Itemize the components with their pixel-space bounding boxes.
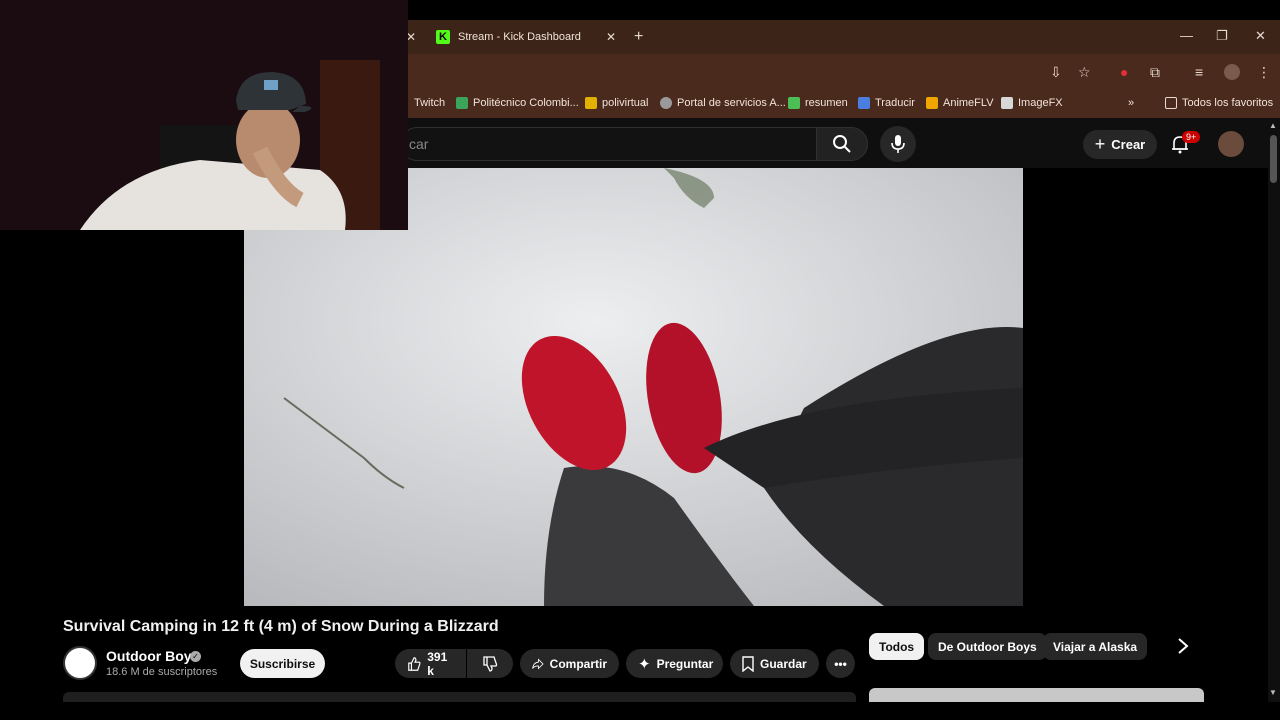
install-app-icon[interactable]: ⇩	[1050, 64, 1062, 81]
restore-icon[interactable]: ❐	[1216, 28, 1228, 44]
bookmark-twitch[interactable]: Twitch	[414, 97, 445, 109]
bookmark-label: polivirtual	[602, 97, 649, 109]
subscribe-button[interactable]: Suscribirse	[240, 649, 325, 678]
search-button[interactable]	[816, 127, 868, 161]
minimize-icon[interactable]: —	[1180, 28, 1193, 43]
sparkle-icon: ✦	[638, 655, 651, 673]
all-bookmarks-label: Todos los favoritos	[1182, 97, 1274, 109]
subscriber-count: 18.6 M de suscriptores	[106, 666, 218, 678]
search-icon	[833, 135, 851, 153]
scrollbar-thumb[interactable]	[1270, 135, 1277, 183]
bookmark-animeflv[interactable]: AnimeFLV	[926, 97, 994, 109]
bookmark-label: Twitch	[414, 97, 446, 109]
like-count: 391 k	[427, 649, 448, 678]
recommended-video-thumbnail[interactable]	[869, 688, 1204, 702]
globe-icon	[660, 97, 672, 109]
ask-label: Preguntar	[656, 656, 714, 671]
new-tab-icon[interactable]: +	[634, 28, 643, 46]
more-actions-button[interactable]: •••	[826, 649, 855, 678]
page-scrollbar[interactable]	[1268, 118, 1280, 702]
bookmark-label: AnimeFLV	[943, 97, 994, 109]
bookmark-traducir[interactable]: Traducir	[858, 97, 915, 109]
thumbs-down-icon	[483, 655, 498, 672]
bookmark-label: Politécnico Colombi...	[473, 97, 579, 109]
bookmark-resumen[interactable]: resumen	[788, 97, 848, 109]
more-horizontal-icon: •••	[834, 656, 847, 671]
bookmark-polivirtual[interactable]: polivirtual	[585, 97, 648, 109]
bookmark-star-icon[interactable]: ☆	[1078, 64, 1091, 81]
bookmarks-overflow-chevron-icon[interactable]: »	[1128, 97, 1134, 109]
translate-icon	[858, 97, 870, 109]
bookmark-portal-servicios[interactable]: Portal de servicios A...	[660, 97, 786, 109]
screen-bottom-strip	[0, 702, 1280, 720]
description-box[interactable]	[63, 692, 856, 702]
scroll-down-arrow-icon[interactable]: ▼	[1269, 688, 1277, 697]
extensions-puzzle-icon[interactable]: ⧉	[1150, 64, 1160, 81]
bookmark-label: ImageFX	[1018, 97, 1063, 109]
video-title: Survival Camping in 12 ft (4 m) of Snow …	[63, 618, 499, 635]
share-button[interactable]: Compartir	[520, 649, 619, 678]
extension-red-icon[interactable]: ●	[1120, 64, 1128, 80]
bookmark-label: Portal de servicios A...	[677, 97, 786, 109]
search-input[interactable]: car	[400, 127, 816, 161]
scroll-up-arrow-icon[interactable]: ▲	[1269, 121, 1277, 130]
chip-all[interactable]: Todos	[869, 633, 925, 660]
dislike-button[interactable]	[467, 649, 513, 678]
bookmark-label: Traducir	[875, 97, 915, 109]
all-bookmarks-folder[interactable]: Todos los favoritos	[1165, 97, 1273, 109]
microphone-icon	[891, 135, 905, 153]
bookmark-imagefx[interactable]: ImageFX	[1001, 97, 1063, 109]
search-placeholder: car	[409, 136, 429, 152]
politecnico-icon	[456, 97, 468, 109]
save-button[interactable]: Guardar	[730, 649, 819, 678]
save-label: Guardar	[760, 656, 807, 671]
chip-travel-alaska[interactable]: Viajar a Alaska	[1043, 633, 1148, 660]
polivirtual-icon	[585, 97, 597, 109]
resumen-icon	[788, 97, 800, 109]
ask-button[interactable]: ✦ Preguntar	[626, 649, 723, 678]
animeflv-icon	[926, 97, 938, 109]
streamer-webcam-feed	[0, 0, 408, 230]
share-arrow-icon	[532, 657, 544, 670]
account-avatar[interactable]	[1218, 131, 1244, 157]
kick-logo-icon: K	[436, 30, 450, 44]
video-player[interactable]	[244, 168, 1023, 606]
folder-icon	[1165, 97, 1177, 109]
window-close-icon[interactable]: ✕	[1255, 28, 1266, 44]
imagefx-icon	[1001, 97, 1013, 109]
tab-title: Stream - Kick Dashboard	[458, 31, 581, 43]
plus-icon: +	[1094, 134, 1106, 154]
chevron-right-icon[interactable]	[1176, 637, 1190, 655]
channel-name[interactable]: Outdoor Boys	[106, 648, 199, 664]
menu-kebab-icon[interactable]: ⋮	[1257, 64, 1271, 81]
create-label: Crear	[1111, 137, 1146, 152]
voice-search-button[interactable]	[880, 126, 916, 162]
video-frame-snow-boots	[244, 168, 1023, 606]
bookmark-label: resumen	[805, 97, 848, 109]
thumbs-up-icon	[408, 656, 421, 671]
verified-check-icon: ✓	[190, 651, 201, 662]
create-button[interactable]: + Crear	[1083, 130, 1157, 159]
notifications-badge: 9+	[1182, 131, 1201, 143]
channel-avatar[interactable]	[63, 646, 97, 680]
tab-close-icon[interactable]: ✕	[606, 30, 616, 44]
media-control-icon[interactable]: ≡	[1195, 64, 1203, 80]
chip-from-outdoor-boys[interactable]: De Outdoor Boys	[928, 633, 1047, 660]
like-button[interactable]: 391 k	[395, 649, 466, 678]
profile-avatar-icon[interactable]	[1224, 64, 1240, 80]
share-label: Compartir	[549, 656, 607, 671]
bookmark-icon	[742, 655, 754, 672]
tab-kick-dashboard[interactable]: K Stream - Kick Dashboard ✕	[428, 22, 624, 52]
webcam-overlay	[0, 0, 408, 230]
bookmark-politecnico[interactable]: Politécnico Colombi...	[456, 97, 579, 109]
